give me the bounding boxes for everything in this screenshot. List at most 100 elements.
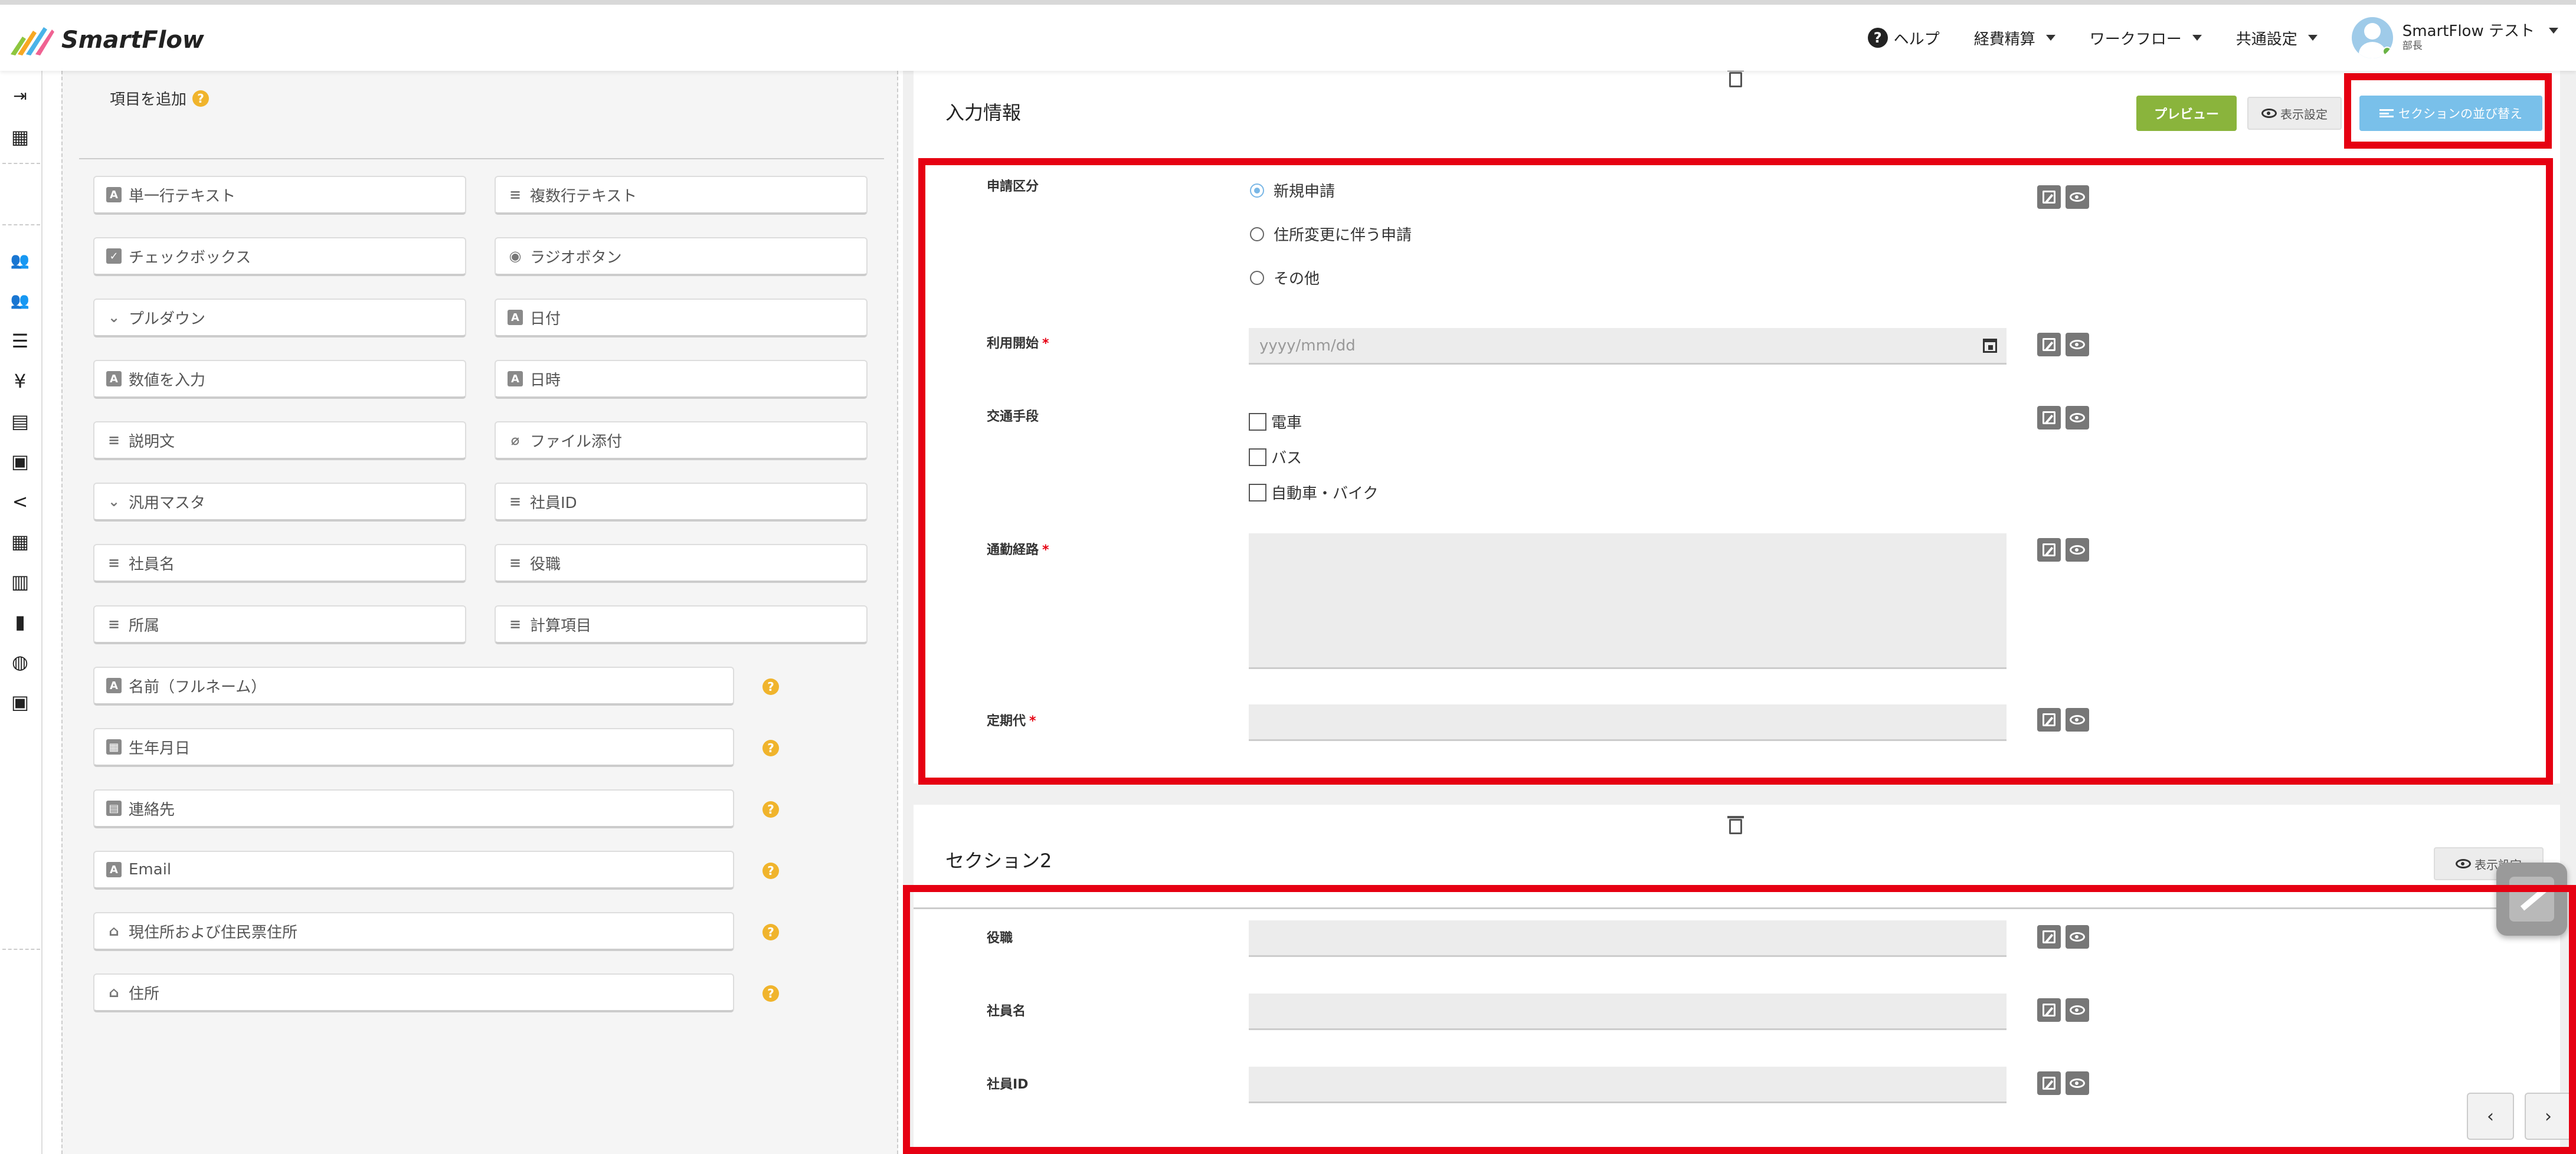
palette-item-attachment[interactable]: ⌀ ファイル添付 [495, 421, 868, 460]
preview-button[interactable]: プレビュー [2136, 96, 2237, 131]
display-settings-button[interactable]: 表示設定 [2247, 97, 2342, 130]
palette-item-contact[interactable]: ▤ 連絡先 [93, 789, 734, 828]
eye-icon [2070, 1005, 2085, 1015]
help-icon[interactable]: ? [762, 985, 779, 1002]
wallet-icon[interactable]: ▣ [7, 689, 33, 715]
yen-icon[interactable]: ¥ [7, 368, 33, 394]
edit-field-button[interactable] [2037, 925, 2061, 949]
form-icon[interactable]: ▤ [7, 408, 33, 434]
list-icon[interactable]: ☰ [7, 328, 33, 354]
user-menu[interactable]: SmartFlow テスト 部長 [2351, 17, 2558, 58]
radio-option-address-change[interactable]: 住所変更に伴う申請 [1250, 223, 1412, 245]
date-icon: A [508, 310, 523, 325]
calendar-icon[interactable] [1983, 338, 1997, 353]
group-icon[interactable]: 👥 [7, 288, 33, 314]
delete-section-icon[interactable] [1727, 69, 1744, 87]
edit-icon [2043, 338, 2055, 351]
start-date-input[interactable]: yyyy/mm/dd [1249, 328, 2007, 365]
palette-item-dropdown[interactable]: ⌄ プルダウン [93, 299, 466, 337]
radio-option-new[interactable]: 新規申請 [1250, 179, 1335, 201]
help-icon[interactable]: ? [762, 740, 779, 756]
visibility-field-button[interactable] [2066, 1071, 2089, 1095]
palette-item-position[interactable]: ≡ 役職 [495, 544, 868, 583]
visibility-field-button[interactable] [2066, 333, 2089, 356]
checkbox-car-bike[interactable]: 自動車・バイク [1249, 481, 1378, 503]
palette-item-master[interactable]: ⌄ 汎用マスタ [93, 483, 466, 522]
top-nav: ? ヘルプ 経費精算 ワークフロー 共通設定 SmartFlow テスト 部長 [1867, 5, 2558, 71]
palette-item-full-name[interactable]: A 名前（フルネーム） [93, 667, 734, 706]
position-input[interactable] [1249, 920, 2007, 957]
palette-item-calculation[interactable]: ≡ 計算項目 [495, 605, 868, 644]
field-label-start-date: 利用開始 * [987, 336, 1049, 351]
visibility-field-button[interactable] [2066, 708, 2089, 732]
attachment-icon: ⌀ [510, 432, 520, 448]
floating-edit-button[interactable] [2496, 863, 2567, 936]
checkbox-train[interactable]: 電車 [1249, 411, 1302, 432]
pass-fee-input[interactable] [1249, 704, 2007, 741]
field-label-application-type: 申請区分 [987, 179, 1039, 194]
field-actions [2037, 998, 2089, 1022]
radio-checked [1250, 183, 1264, 198]
expense-menu[interactable]: 経費精算 [1974, 27, 2055, 49]
palette-item-employee-name[interactable]: ≡ 社員名 [93, 544, 466, 583]
help-icon[interactable]: ? [192, 90, 210, 107]
checkbox-bus[interactable]: バス [1249, 446, 1302, 468]
share-icon[interactable]: < [7, 489, 33, 514]
palette-item-current-address[interactable]: ⌂ 現住所および住民票住所 [93, 912, 734, 951]
palette-item-employee-id[interactable]: ≡ 社員ID [495, 483, 868, 522]
palette-item-datetime[interactable]: A 日時 [495, 360, 868, 399]
users-icon[interactable]: 👥 [7, 248, 33, 274]
help-icon[interactable]: ? [762, 801, 779, 818]
route-textarea[interactable] [1249, 533, 2007, 669]
palette-item-address[interactable]: ⌂ 住所 [93, 973, 734, 1012]
next-page-button[interactable]: › [2525, 1093, 2572, 1140]
field-label-transport: 交通手段 [987, 409, 1039, 424]
palette-item-birthday[interactable]: ▦ 生年月日 [93, 728, 734, 767]
building-icon[interactable]: ▦ [7, 124, 33, 150]
field-actions [2037, 925, 2089, 949]
palette-item-multi-line-text[interactable]: ≡ 複数行テキスト [495, 176, 868, 215]
workflow-menu[interactable]: ワークフロー [2090, 27, 2202, 49]
palette-item-single-line-text[interactable]: A 単一行テキスト [93, 176, 466, 215]
visibility-field-button[interactable] [2066, 998, 2089, 1022]
globe-icon[interactable]: ◍ [7, 649, 33, 675]
help-icon[interactable]: ? [762, 924, 779, 940]
edit-field-button[interactable] [2037, 538, 2061, 562]
edit-icon [2043, 930, 2055, 943]
visibility-field-button[interactable] [2066, 185, 2089, 209]
prev-page-button[interactable]: ‹ [2467, 1093, 2514, 1140]
employee-id-input[interactable] [1249, 1067, 2007, 1103]
edit-field-button[interactable] [2037, 998, 2061, 1022]
edit-field-button[interactable] [2037, 1071, 2061, 1095]
edit-field-button[interactable] [2037, 708, 2061, 732]
collapse-icon[interactable]: ⇥ [7, 83, 33, 109]
common-settings-menu[interactable]: 共通設定 [2236, 27, 2318, 49]
section-reorder-button[interactable]: セクションの並び替え [2359, 96, 2542, 131]
visibility-field-button[interactable] [2066, 925, 2089, 949]
help-icon[interactable]: ? [762, 863, 779, 879]
palette-item-department[interactable]: ≡ 所属 [93, 605, 466, 644]
help-label: ヘルプ [1893, 30, 1940, 48]
visibility-field-button[interactable] [2066, 406, 2089, 430]
logo[interactable]: SmartFlow [8, 21, 204, 59]
help-icon[interactable]: ? [762, 678, 779, 695]
palette-item-date[interactable]: A 日付 [495, 299, 868, 337]
edit-field-button[interactable] [2037, 406, 2061, 430]
palette-item-radio[interactable]: ◉ ラジオボタン [495, 237, 868, 276]
delete-section-icon[interactable] [1727, 816, 1744, 834]
palette-item-number[interactable]: A 数値を入力 [93, 360, 466, 399]
edit-field-button[interactable] [2037, 185, 2061, 209]
table-icon[interactable]: ▦ [7, 529, 33, 555]
employee-name-input[interactable] [1249, 994, 2007, 1030]
visibility-field-button[interactable] [2066, 538, 2089, 562]
palette-item-description[interactable]: ≡ 説明文 [93, 421, 466, 460]
eye-icon [2261, 109, 2277, 118]
edit-field-button[interactable] [2037, 333, 2061, 356]
palette-item-email[interactable]: A Email [93, 851, 734, 890]
palette-item-checkbox[interactable]: ✓ チェックボックス [93, 237, 466, 276]
file-icon[interactable]: ▮ [7, 609, 33, 635]
library-icon[interactable]: ▥ [7, 569, 33, 595]
radio-option-other[interactable]: その他 [1250, 267, 1320, 288]
help-link[interactable]: ? ヘルプ [1867, 27, 1940, 49]
receipt-icon[interactable]: ▣ [7, 448, 33, 474]
